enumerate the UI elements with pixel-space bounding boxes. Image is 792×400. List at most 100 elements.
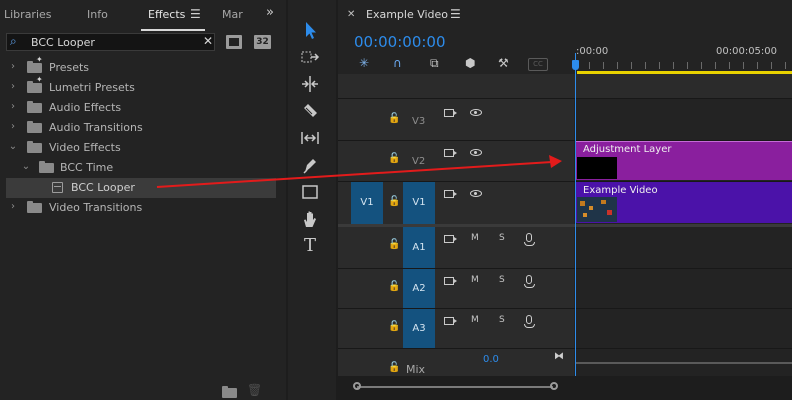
clip-example-video[interactable]: Example Video xyxy=(576,182,792,223)
chevron-down-icon[interactable]: ⌄ xyxy=(8,141,18,152)
eye-icon[interactable] xyxy=(470,190,482,197)
microphone-icon[interactable] xyxy=(524,275,535,288)
lock-icon[interactable]: 🔓 xyxy=(388,321,400,332)
snap-magnet-icon[interactable]: ∩ xyxy=(393,56,402,70)
ripple-edit-icon[interactable] xyxy=(298,72,322,96)
lock-icon[interactable]: 🔓 xyxy=(388,281,400,292)
tab-effects[interactable]: Effects xyxy=(148,8,185,21)
tree-item-audio-transitions[interactable]: › Audio Transitions xyxy=(0,118,276,138)
track-select-forward-icon[interactable] xyxy=(298,45,322,69)
effects-search-box[interactable]: ⌕ BCC Looper ✕ xyxy=(6,33,215,51)
track-header-a2[interactable]: 🔓 A2 M S xyxy=(338,269,574,308)
scrollbar-right-handle[interactable] xyxy=(550,382,558,390)
clip-adjustment-layer[interactable]: Adjustment Layer xyxy=(576,141,792,180)
chevron-right-icon[interactable]: › xyxy=(8,201,18,212)
microphone-icon[interactable] xyxy=(524,315,535,328)
pen-icon[interactable] xyxy=(298,153,322,177)
slip-icon[interactable] xyxy=(298,126,322,150)
mix-track-header[interactable]: 🔓 Mix 0.0 ⧓ xyxy=(338,349,574,376)
mix-volume-value[interactable]: 0.0 xyxy=(483,354,499,365)
hand-icon[interactable] xyxy=(298,207,322,231)
mute-button[interactable]: M xyxy=(471,315,479,325)
playhead-timecode[interactable]: 00:00:00:00 xyxy=(354,33,446,51)
clip-thumbnail xyxy=(577,197,617,222)
razor-icon[interactable] xyxy=(298,99,322,123)
lock-icon[interactable]: 🔓 xyxy=(388,196,400,207)
track-header-a3[interactable]: 🔓 A3 M S xyxy=(338,309,574,348)
scrollbar-thumb[interactable] xyxy=(357,386,553,388)
solo-button[interactable]: S xyxy=(499,315,505,325)
nest-toggle-icon[interactable]: ✳ xyxy=(359,56,369,70)
clear-search-icon[interactable]: ✕ xyxy=(203,34,213,48)
track-target-a3[interactable]: A3 xyxy=(403,309,435,348)
source-patch-v1[interactable]: V1 xyxy=(351,182,383,224)
lock-icon[interactable]: 🔓 xyxy=(388,239,400,250)
32-bit-effects-icon[interactable]: 32 xyxy=(254,35,271,49)
sync-lock-icon[interactable] xyxy=(444,235,457,243)
search-input[interactable]: BCC Looper xyxy=(31,36,95,49)
tree-item-video-effects[interactable]: ⌄ Video Effects xyxy=(0,138,276,158)
tree-item-label: Lumetri Presets xyxy=(49,81,135,94)
type-icon[interactable]: T xyxy=(298,234,322,258)
eye-icon[interactable] xyxy=(470,109,482,116)
tab-libraries[interactable]: Libraries xyxy=(4,8,52,21)
wrench-icon[interactable]: ⚒ xyxy=(498,56,509,70)
timeline-panel: ✕ Example Video ☰ 00:00:00:00 ✳ ∩ ⧉ ⬢ ⚒ … xyxy=(338,0,792,400)
track-target-a1[interactable]: A1 xyxy=(403,227,435,268)
time-ruler[interactable]: :00:00 00:00:05:00 xyxy=(575,40,792,74)
track-header-v2[interactable]: 🔓 V2 xyxy=(338,141,574,181)
scrollbar-left-handle[interactable] xyxy=(353,382,361,390)
playhead-handle[interactable] xyxy=(572,60,579,70)
track-target-a2[interactable]: A2 xyxy=(403,269,435,308)
audio-lanes[interactable] xyxy=(575,226,792,376)
lock-icon[interactable]: 🔓 xyxy=(388,113,400,124)
double-chevron-right-icon[interactable]: » xyxy=(266,5,274,20)
chevron-right-icon[interactable]: › xyxy=(8,101,18,112)
track-header-a1[interactable]: 🔓 A1 M S xyxy=(338,227,574,268)
tree-item-bcc-looper[interactable]: BCC Looper xyxy=(6,178,276,198)
add-marker-icon[interactable]: ⬢ xyxy=(465,56,475,70)
go-to-in-out-icon[interactable]: ⧓ xyxy=(554,351,564,362)
close-icon[interactable]: ✕ xyxy=(347,9,355,20)
eye-icon[interactable] xyxy=(470,149,482,156)
linked-selection-icon[interactable]: ⧉ xyxy=(430,56,439,71)
captions-icon[interactable]: CC xyxy=(528,58,548,71)
rectangle-icon[interactable] xyxy=(298,180,322,204)
new-bin-icon[interactable] xyxy=(222,386,237,398)
tree-item-bcc-time[interactable]: ⌄ BCC Time xyxy=(0,158,276,178)
trash-icon[interactable]: 🗑 xyxy=(247,383,262,397)
sync-lock-icon[interactable] xyxy=(444,149,457,157)
lock-icon[interactable]: 🔓 xyxy=(388,153,400,164)
track-target-v1[interactable]: V1 xyxy=(403,182,435,224)
lock-icon[interactable]: 🔓 xyxy=(388,362,400,373)
solo-button[interactable]: S xyxy=(499,233,505,243)
sync-lock-icon[interactable] xyxy=(444,190,457,198)
microphone-icon[interactable] xyxy=(524,233,535,246)
sync-lock-icon[interactable] xyxy=(444,317,457,325)
sync-lock-icon[interactable] xyxy=(444,109,457,117)
scrollbar-track[interactable] xyxy=(338,376,792,400)
mute-button[interactable]: M xyxy=(471,275,479,285)
sync-lock-icon[interactable] xyxy=(444,277,457,285)
accelerated-effects-icon[interactable] xyxy=(226,35,242,49)
chevron-down-icon[interactable]: ⌄ xyxy=(21,161,31,172)
selection-tool-icon[interactable] xyxy=(298,18,322,42)
tab-markers[interactable]: Mar xyxy=(222,8,243,21)
chevron-right-icon[interactable]: › xyxy=(8,121,18,132)
tree-item-audio-effects[interactable]: › Audio Effects xyxy=(0,98,276,118)
chevron-right-icon[interactable]: › xyxy=(8,61,18,72)
sequence-tab-title[interactable]: Example Video xyxy=(366,8,448,21)
hamburger-menu-icon[interactable]: ☰ xyxy=(450,7,461,21)
tools-panel: T xyxy=(288,0,336,400)
track-header-v1[interactable]: V1 🔓 V1 xyxy=(338,182,574,224)
tree-item-lumetri-presets[interactable]: › Lumetri Presets xyxy=(0,75,276,98)
tab-info[interactable]: Info xyxy=(87,8,108,21)
hamburger-menu-icon[interactable]: ☰ xyxy=(190,7,201,21)
mute-button[interactable]: M xyxy=(471,233,479,243)
track-header-v3[interactable]: 🔓 V3 xyxy=(338,99,574,140)
tree-item-video-transitions[interactable]: › Video Transitions xyxy=(0,198,276,218)
playhead-line[interactable] xyxy=(575,53,576,376)
chevron-right-icon[interactable]: › xyxy=(8,81,18,92)
solo-button[interactable]: S xyxy=(499,275,505,285)
track-name: V2 xyxy=(412,156,426,167)
